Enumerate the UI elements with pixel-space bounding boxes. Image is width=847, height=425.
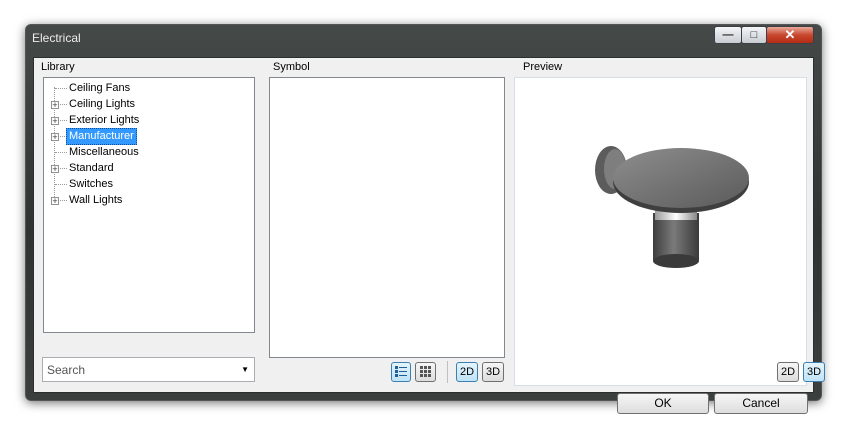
ok-button[interactable]: OK [617, 393, 709, 414]
expand-plus-icon[interactable]: + [51, 133, 59, 142]
search-text: Search [47, 363, 86, 377]
list-view-button[interactable] [391, 362, 411, 382]
tree-item-label: Manufacturer [66, 128, 137, 145]
expand-plus-icon[interactable]: + [51, 197, 59, 206]
tree-connector-line [60, 120, 67, 121]
tree-connector-line [60, 168, 67, 169]
preview-label: Preview [523, 61, 563, 73]
tree-item-label: Miscellaneous [69, 146, 139, 158]
close-icon: ✕ [784, 27, 796, 42]
tree-item-label: Exterior Lights [69, 114, 140, 126]
tree-connector-line [55, 152, 67, 153]
tree-item-label: Switches [69, 178, 114, 190]
dropdown-arrow-icon[interactable]: ▼ [241, 365, 249, 374]
expand-plus-icon[interactable]: + [51, 165, 59, 174]
symbol-2d-button[interactable]: 2D [456, 362, 478, 382]
cancel-button[interactable]: Cancel [714, 393, 808, 414]
tree-item[interactable]: Miscellaneous [44, 145, 244, 160]
tree-connector-line [55, 184, 67, 185]
tree-item[interactable]: Switches [44, 177, 244, 192]
tree-item-label: Standard [69, 162, 114, 174]
tree-item[interactable]: + Ceiling Lights [44, 97, 244, 112]
tree-item-label: Ceiling Lights [69, 98, 136, 110]
close-button[interactable]: ✕ [766, 26, 814, 44]
search-combobox[interactable]: Search ▼ [42, 357, 255, 382]
list-view-icon [395, 366, 407, 377]
tree-item[interactable]: + Wall Lights [44, 193, 244, 208]
dialog-client-area: Library Ceiling Fans + Ceiling Lights + Exte… [33, 57, 825, 414]
toolbar-separator [447, 361, 448, 383]
tree-item[interactable]: + Manufacturer [44, 128, 244, 145]
maximize-icon: □ [750, 29, 758, 41]
minimize-button[interactable]: — [714, 26, 742, 44]
preview-2d-button[interactable]: 2D [777, 362, 799, 382]
electrical-dialog: Electrical — □ ✕ Library Ceiling Fans + Ce… [25, 24, 825, 414]
tree-connector-line [60, 104, 67, 105]
title-bar[interactable]: Electrical — □ ✕ [26, 25, 821, 53]
grid-view-button[interactable] [415, 362, 436, 382]
tree-item[interactable]: Ceiling Fans [44, 81, 244, 96]
symbol-list[interactable] [269, 77, 505, 358]
expand-plus-icon[interactable]: + [51, 101, 59, 110]
maximize-button[interactable]: □ [741, 26, 767, 44]
library-label: Library [41, 61, 75, 73]
expand-plus-icon[interactable]: + [51, 117, 59, 126]
tree-item-label: Ceiling Fans [69, 82, 131, 94]
preview-3d-button[interactable]: 3D [803, 362, 825, 382]
tree-item-label: Wall Lights [69, 194, 123, 206]
symbol-3d-button[interactable]: 3D [482, 362, 504, 382]
tree-connector-line [60, 200, 67, 201]
wall-light-preview-image [595, 146, 749, 268]
window-title: Electrical [32, 31, 81, 45]
tree-item[interactable]: + Exterior Lights [44, 113, 244, 128]
grid-view-icon [420, 366, 431, 377]
minimize-icon: — [722, 29, 734, 41]
library-tree[interactable]: Ceiling Fans + Ceiling Lights + Exterior Lig… [43, 77, 255, 333]
symbol-label: Symbol [273, 61, 310, 73]
tree-item[interactable]: + Standard [44, 161, 244, 176]
preview-panel[interactable] [514, 77, 807, 386]
tree-connector-line [55, 88, 67, 89]
